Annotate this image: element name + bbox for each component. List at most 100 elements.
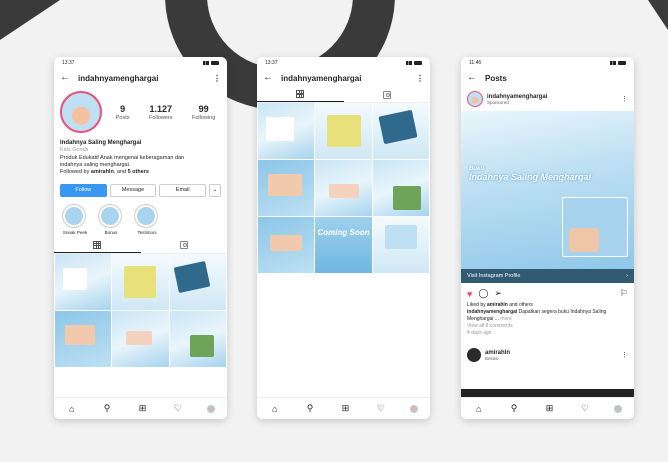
background-corner [0, 0, 60, 40]
bottom-nav: ⌂ ⚲ ⊞ ♡ [461, 397, 634, 419]
status-time: 13:37 [265, 60, 278, 66]
bookmark-icon[interactable]: ⚐ [620, 288, 628, 299]
chevron-right-icon: › [626, 273, 628, 279]
next-author-username[interactable]: amirahln [485, 350, 510, 356]
home-icon[interactable]: ⌂ [66, 404, 78, 414]
post-time-ago: 4 days ago [467, 330, 492, 336]
stat-followers[interactable]: 1.127 Followers [149, 104, 173, 121]
more-options-icon[interactable]: ⋮ [621, 351, 628, 359]
tab-tagged[interactable] [344, 87, 431, 102]
grid-post[interactable] [169, 310, 226, 367]
activity-heart-icon[interactable]: ♡ [172, 403, 184, 414]
profile-stats: 9 Posts 1.127 Followers 99 Following [110, 104, 221, 121]
status-bar: 13:37 [54, 57, 227, 69]
profile-avatar-icon[interactable] [207, 404, 216, 413]
book-illustration [562, 197, 628, 257]
chevron-down-icon[interactable]: ⌄ [209, 183, 222, 197]
visit-profile-bar[interactable]: Visit Instagram Profile › [461, 269, 634, 283]
signal-icon [406, 61, 412, 65]
grid-post[interactable] [315, 103, 372, 159]
post-caption: Liked by amirahln and others indahnyamen… [461, 301, 634, 338]
view-comments-link[interactable]: View all 8 comments [467, 323, 628, 330]
grid-post[interactable] [258, 103, 315, 159]
status-time: 13:37 [62, 60, 75, 66]
next-author-avatar[interactable] [467, 348, 481, 362]
profile-phone: 13:37 ← indahnyamenghargai ⋮ 9 Posts 1.12… [54, 57, 227, 419]
add-post-icon[interactable]: ⊞ [339, 403, 351, 414]
profile-username: indahnyamenghargai [78, 73, 159, 83]
search-icon[interactable]: ⚲ [508, 403, 520, 414]
image-title: Indahnya Saling Menghargai [469, 171, 592, 182]
add-post-icon[interactable]: ⊞ [543, 403, 555, 414]
post-image[interactable]: Buku Indahnya Saling Menghargai [461, 111, 634, 269]
highlight-testimoni[interactable]: Testimoni [134, 203, 160, 235]
grid-post[interactable] [258, 160, 315, 216]
author-username[interactable]: indahnyamenghargai [487, 94, 547, 100]
share-icon[interactable]: ➢ [494, 288, 502, 299]
highlight-bonus[interactable]: Bonus [98, 203, 124, 235]
back-arrow-icon[interactable]: ← [467, 73, 477, 83]
post-header: ← Posts [461, 69, 634, 87]
status-time: 11:46 [469, 60, 482, 66]
grid-post[interactable] [315, 160, 372, 216]
highlight-sneak-peek[interactable]: Sneak Peek [62, 203, 88, 235]
message-button[interactable]: Message [109, 183, 157, 197]
home-icon[interactable]: ⌂ [473, 404, 485, 414]
home-icon[interactable]: ⌂ [269, 404, 281, 414]
caption-username[interactable]: indahnyamenghargai [467, 309, 517, 315]
sponsored-label: Sponsored [487, 99, 509, 105]
bottom-nav: ⌂ ⚲ ⊞ ♡ [54, 397, 227, 419]
feed-username: indahnyamenghargai [281, 73, 362, 83]
like-heart-icon[interactable]: ♥ [467, 289, 472, 299]
search-icon[interactable]: ⚲ [304, 403, 316, 414]
search-icon[interactable]: ⚲ [101, 403, 113, 414]
feed-grid-phone: 13:37 ← indahnyamenghargai ⋮ Coming Soon… [257, 57, 430, 419]
profile-bio: Indahnya Saling Menghargai Kids Goods Pr… [54, 137, 227, 179]
more-options-icon[interactable]: ⋮ [416, 74, 424, 83]
more-options-icon[interactable]: ⋮ [621, 95, 628, 103]
add-post-icon[interactable]: ⊞ [136, 403, 148, 414]
tab-grid[interactable] [54, 238, 141, 253]
follow-button[interactable]: Follow [60, 183, 107, 197]
caption-more-link[interactable]: more [500, 316, 511, 322]
profile-avatar[interactable] [60, 91, 102, 133]
grid-post[interactable] [258, 217, 315, 273]
back-arrow-icon[interactable]: ← [60, 73, 70, 83]
grid-post[interactable] [372, 217, 429, 273]
profile-post-grid [54, 253, 227, 367]
profile-avatar-icon[interactable] [410, 404, 419, 413]
profile-header: ← indahnyamenghargai ⋮ [54, 69, 227, 87]
grid-post[interactable] [112, 310, 169, 367]
grid-post[interactable] [372, 160, 429, 216]
activity-heart-icon[interactable]: ♡ [375, 403, 387, 414]
profile-summary: 9 Posts 1.127 Followers 99 Following [54, 87, 227, 137]
stat-posts[interactable]: 9 Posts [116, 104, 130, 121]
grid-post[interactable] [55, 253, 112, 310]
tab-tagged[interactable] [141, 238, 228, 253]
grid-post-coming-soon[interactable]: Coming Soon [315, 217, 372, 273]
author-avatar[interactable] [467, 91, 483, 107]
tagged-icon [382, 90, 391, 99]
liked-by[interactable]: Liked by amirahln and others [467, 302, 628, 309]
comment-icon[interactable]: ◯ [478, 288, 488, 299]
grid-post[interactable] [372, 103, 429, 159]
profile-actions: Follow Message Email ⌄ [54, 179, 227, 201]
grid-post[interactable] [112, 253, 169, 310]
more-options-icon[interactable]: ⋮ [213, 74, 221, 83]
grid-post[interactable] [55, 310, 112, 367]
profile-tabs [54, 238, 227, 254]
tagged-icon [179, 241, 188, 250]
stat-following[interactable]: 99 Following [192, 104, 215, 121]
email-button[interactable]: Email [159, 183, 207, 197]
grid-post[interactable] [169, 253, 226, 310]
profile-avatar-icon[interactable] [614, 404, 623, 413]
back-arrow-icon[interactable]: ← [263, 73, 273, 83]
battery-icon [211, 61, 219, 65]
status-bar: 13:37 [257, 57, 430, 69]
followed-by[interactable]: Followed by amirahln, and 5 others [60, 169, 221, 176]
activity-heart-icon[interactable]: ♡ [579, 403, 591, 414]
tab-grid[interactable] [257, 87, 344, 102]
post-actions: ♥ ◯ ➢ ⚐ [461, 283, 634, 301]
grid-icon [93, 240, 102, 249]
background-corner-right [648, 0, 668, 30]
